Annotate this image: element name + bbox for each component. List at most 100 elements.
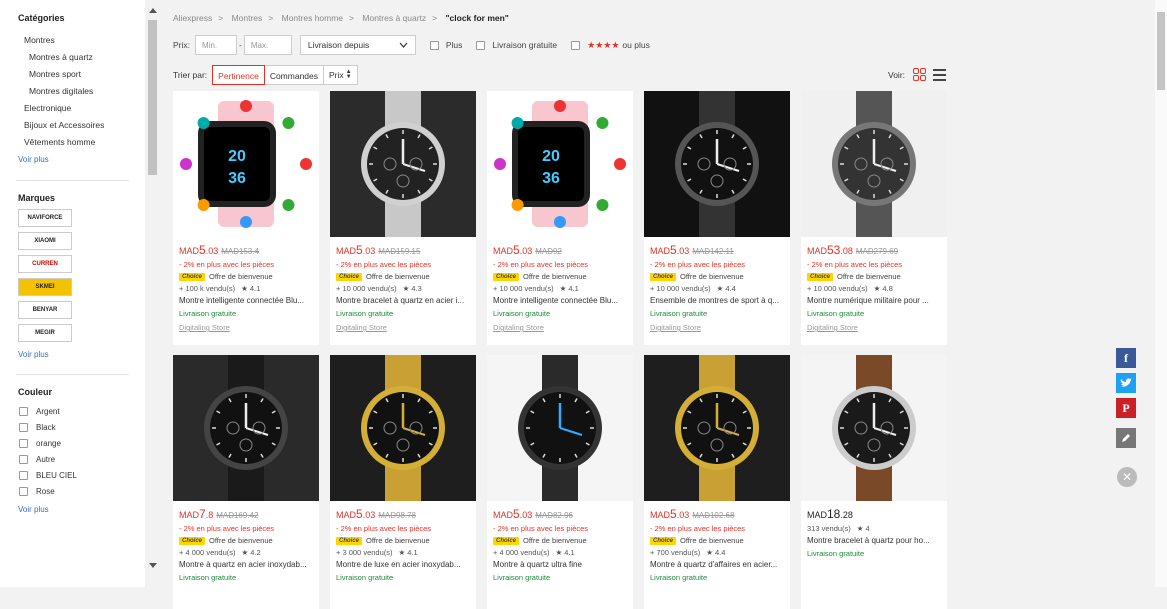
sidebar-scrollbar[interactable] xyxy=(147,8,158,568)
sort-arrows-icon: ▲ ▼ xyxy=(345,69,352,80)
original-price: MAD279.69 xyxy=(855,247,899,256)
color-option[interactable]: orange xyxy=(0,435,145,451)
sidebar-category-item[interactable]: Montres xyxy=(0,32,145,49)
color-checkbox[interactable] xyxy=(19,422,28,432)
sort-price-button[interactable]: Prix ▲ ▼ xyxy=(323,65,358,85)
product-image[interactable] xyxy=(801,355,947,501)
product-image[interactable]: 20 36 xyxy=(487,91,633,237)
facebook-share-icon[interactable]: f xyxy=(1116,348,1136,368)
sold-rating: + 10 000 vendu(s) ★ 4.3 xyxy=(336,284,470,293)
rating-checkbox[interactable] xyxy=(571,40,581,50)
grid-view-icon[interactable] xyxy=(913,68,927,81)
product-title[interactable]: Montre intelligente connectée Blu... xyxy=(493,296,627,305)
page-scrollbar[interactable] xyxy=(1155,0,1167,587)
scrollbar-thumb[interactable] xyxy=(148,20,157,175)
color-checkbox[interactable] xyxy=(19,486,28,496)
color-option[interactable]: Argent xyxy=(0,403,145,419)
store-link[interactable]: Digitaling Store xyxy=(336,323,470,332)
breadcrumb-montres-quartz[interactable]: Montres à quartz xyxy=(362,13,426,23)
store-link[interactable]: Digitaling Store xyxy=(493,323,627,332)
color-checkbox[interactable] xyxy=(19,406,28,416)
product-title[interactable]: Montre à quartz ultra fine xyxy=(493,560,627,569)
product-title[interactable]: Montre numérique militaire pour ... xyxy=(807,296,941,305)
plus-checkbox[interactable] xyxy=(429,40,439,50)
product-title[interactable]: Ensemble de montres de sport à q... xyxy=(650,296,784,305)
product-card[interactable]: MAD7.8 MAD169.42 - 2% en plus avec les piè… xyxy=(173,355,319,609)
product-title[interactable]: Montre intelligente connectée Blu... xyxy=(179,296,313,305)
color-option[interactable]: Autre xyxy=(0,451,145,467)
categories-see-more[interactable]: Voir plus xyxy=(0,155,145,164)
breadcrumb-aliexpress[interactable]: Aliexpress xyxy=(173,13,212,23)
product-title[interactable]: Montre à quartz en acier inoxydab... xyxy=(179,560,313,569)
sort-relevance-button[interactable]: Pertinence xyxy=(212,65,265,85)
product-image[interactable] xyxy=(644,355,790,501)
brand-logo[interactable]: CURREN xyxy=(18,255,72,273)
product-title[interactable]: Montre bracelet à quartz pour ho... xyxy=(807,536,941,545)
store-link[interactable]: Digitaling Store xyxy=(179,323,313,332)
sidebar-category-item[interactable]: Bijoux et Accessoires xyxy=(0,117,145,134)
pinterest-share-icon[interactable]: P xyxy=(1116,398,1136,418)
brand-logo[interactable]: BENYAR xyxy=(18,301,72,319)
product-title[interactable]: Montre de luxe en acier inoxydab... xyxy=(336,560,470,569)
color-checkbox[interactable] xyxy=(19,438,28,448)
product-price: MAD53.08 MAD279.69 xyxy=(807,243,941,257)
product-card[interactable]: 20 36 MAD5.03 MAD153.4- 2% en plus avec les… xyxy=(173,91,319,345)
product-card[interactable]: MAD5.03 MAD82.96 - 2% en plus avec les piè… xyxy=(487,355,633,609)
product-card[interactable]: 20 36 MAD5.03 MAD92- 2% en plus avec les pi… xyxy=(487,91,633,345)
category-list: Montres Montres à quartz Montres sport Mont… xyxy=(0,32,145,151)
view-label: Voir: xyxy=(888,69,906,80)
choice-badge: Choice xyxy=(179,536,206,545)
color-option[interactable]: Black xyxy=(0,419,145,435)
sidebar-category-item[interactable]: Electronique xyxy=(0,100,145,117)
offer-label: Offre de bienvenue xyxy=(209,536,273,545)
product-image[interactable] xyxy=(644,91,790,237)
rating-value: 4.1 xyxy=(249,284,261,293)
color-checkbox[interactable] xyxy=(19,454,28,464)
breadcrumb-montres-homme[interactable]: Montres homme xyxy=(282,13,343,23)
free-shipping-checkbox[interactable] xyxy=(476,40,486,50)
product-image[interactable] xyxy=(801,91,947,237)
store-link[interactable]: Digitaling Store xyxy=(650,323,784,332)
list-view-icon[interactable] xyxy=(933,68,947,81)
product-card[interactable]: MAD5.03 MAD102.68 - 2% en plus avec les pi… xyxy=(644,355,790,609)
ship-from-select[interactable]: Livraison depuis xyxy=(299,35,416,55)
sort-orders-button[interactable]: Commandes xyxy=(263,65,324,85)
product-image[interactable] xyxy=(330,91,476,237)
max-price-input[interactable]: Max. xyxy=(243,35,292,55)
brand-logo[interactable]: XIAOMI xyxy=(18,232,72,250)
product-image[interactable] xyxy=(487,355,633,501)
breadcrumb-montres[interactable]: Montres xyxy=(232,13,263,23)
color-checkbox[interactable] xyxy=(19,470,28,480)
ship-from-label: Livraison depuis xyxy=(307,40,370,50)
sidebar-category-item[interactable]: Montres sport xyxy=(0,66,145,83)
color-option[interactable]: BLEU CIEL xyxy=(0,467,145,483)
product-image[interactable]: 20 36 xyxy=(173,91,319,237)
color-option[interactable]: Rose xyxy=(0,483,145,499)
brand-logo[interactable]: SKMEI xyxy=(18,278,72,296)
scroll-up-icon[interactable] xyxy=(149,8,157,13)
product-card[interactable]: MAD5.03 MAD98.78 - 2% en plus avec les piè… xyxy=(330,355,476,609)
product-card[interactable]: MAD5.03 MAD159.15 - 2% en plus avec les pi… xyxy=(330,91,476,345)
brands-see-more[interactable]: Voir plus xyxy=(0,350,145,359)
product-image[interactable] xyxy=(330,355,476,501)
product-card[interactable]: MAD18.28 313 vendu(s) ★ 4 Montre bracelet à … xyxy=(801,355,947,609)
brand-logo[interactable]: MEGIR xyxy=(18,324,72,342)
colors-see-more[interactable]: Voir plus xyxy=(0,505,145,514)
product-image[interactable] xyxy=(173,355,319,501)
scroll-down-icon[interactable] xyxy=(149,563,157,568)
product-title[interactable]: Montre bracelet à quartz en acier i... xyxy=(336,296,470,305)
product-card[interactable]: MAD5.03 MAD142.11 - 2% en plus avec les pi… xyxy=(644,91,790,345)
page-scrollbar-thumb[interactable] xyxy=(1157,12,1165,90)
min-price-input[interactable]: Min. xyxy=(195,35,237,55)
sidebar-category-item[interactable]: Vêtements homme xyxy=(0,134,145,151)
twitter-share-icon[interactable] xyxy=(1116,373,1136,393)
original-price: MAD142.11 xyxy=(692,247,734,256)
edit-pencil-icon[interactable] xyxy=(1116,428,1136,448)
sidebar-category-item[interactable]: Montres digitales xyxy=(0,83,145,100)
store-link[interactable]: Digitaling Store xyxy=(807,323,941,332)
close-icon[interactable]: ✕ xyxy=(1117,467,1137,487)
brand-logo[interactable]: NAVIFORCE xyxy=(18,209,72,227)
sidebar-category-item[interactable]: Montres à quartz xyxy=(0,49,145,66)
product-card[interactable]: MAD53.08 MAD279.69 - 2% en plus avec les p… xyxy=(801,91,947,345)
product-title[interactable]: Montre à quartz d'affaires en acier... xyxy=(650,560,784,569)
